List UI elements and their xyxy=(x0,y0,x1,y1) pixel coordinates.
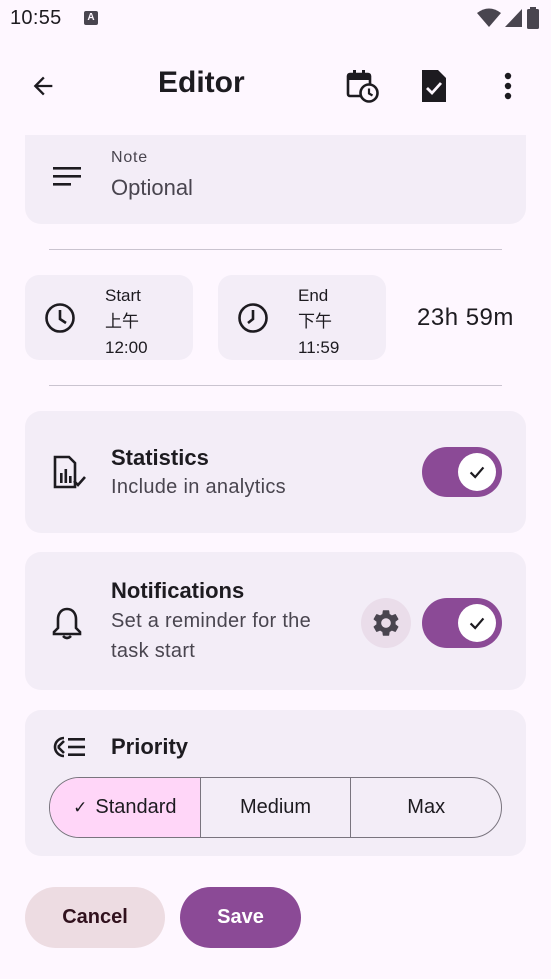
divider xyxy=(49,385,502,386)
calendar-clock-icon xyxy=(346,70,379,103)
start-period: 上午 xyxy=(105,312,139,331)
notifications-title: Notifications xyxy=(111,578,245,603)
notifications-toggle[interactable] xyxy=(422,598,502,648)
schedule-button[interactable] xyxy=(338,62,386,110)
clock-icon xyxy=(45,303,75,333)
check-icon xyxy=(469,617,485,630)
more-options-button[interactable] xyxy=(484,62,532,110)
top-app-bar: Editor xyxy=(0,50,551,122)
status-bar: 10:55 A xyxy=(0,0,551,38)
statistics-title: Statistics xyxy=(111,445,209,470)
save-button[interactable]: Save xyxy=(180,887,301,948)
notifications-subtitle-line2: task start xyxy=(111,640,196,662)
notification-settings-button[interactable] xyxy=(361,598,411,648)
priority-option-label: Standard xyxy=(95,796,177,818)
statistics-toggle[interactable] xyxy=(422,447,502,497)
note-label: Note xyxy=(111,149,148,166)
signal-icon xyxy=(505,9,522,27)
priority-segmented-button: ✓ Standard Medium Max xyxy=(49,777,502,838)
toggle-thumb xyxy=(458,604,496,642)
arrow-back-icon xyxy=(33,76,53,96)
page-title: Editor xyxy=(158,66,245,99)
priority-icon xyxy=(53,736,85,758)
status-time: 10:55 xyxy=(10,7,62,29)
back-button[interactable] xyxy=(19,62,67,110)
bell-icon xyxy=(52,607,82,640)
more-vert-icon xyxy=(504,72,512,100)
priority-option-medium[interactable]: Medium xyxy=(199,778,351,837)
battery-icon xyxy=(527,7,539,29)
start-time-button[interactable]: Start 上午 12:00 xyxy=(25,275,193,360)
statistics-subtitle: Include in analytics xyxy=(111,476,286,498)
start-label: Start xyxy=(105,286,141,305)
priority-option-label: Medium xyxy=(239,796,312,818)
cancel-button[interactable]: Cancel xyxy=(25,887,165,948)
priority-option-standard[interactable]: ✓ Standard xyxy=(50,778,200,837)
end-period: 下午 xyxy=(298,312,332,331)
note-input[interactable]: Optional xyxy=(111,175,193,201)
priority-option-max[interactable]: Max xyxy=(350,778,501,837)
end-time-button[interactable]: End 下午 11:59 xyxy=(218,275,386,360)
notifications-subtitle: Set a reminder for the task start xyxy=(111,606,311,666)
notification-icon: A xyxy=(84,11,98,25)
start-time: 12:00 xyxy=(105,338,148,357)
toggle-thumb xyxy=(458,453,496,491)
editor-screen: 10:55 A Editor Note Optional Start 上午 12… xyxy=(0,0,551,979)
wifi-icon xyxy=(477,8,501,27)
clock-icon xyxy=(238,303,268,333)
end-label: End xyxy=(298,286,329,305)
end-time: 11:59 xyxy=(298,338,340,357)
analytics-check-icon xyxy=(53,455,86,489)
task-button[interactable] xyxy=(410,62,458,110)
notes-icon xyxy=(53,167,81,186)
note-field[interactable]: Note Optional xyxy=(25,135,526,224)
priority-option-label: Max xyxy=(407,796,446,818)
statistics-card: Statistics Include in analytics xyxy=(25,411,526,533)
status-icons xyxy=(477,7,539,29)
notifications-subtitle-line1: Set a reminder for the xyxy=(111,610,312,632)
task-check-icon xyxy=(422,70,446,102)
check-icon xyxy=(469,466,485,479)
priority-title: Priority xyxy=(111,734,189,759)
end-time-text: End 下午 11:59 xyxy=(298,283,339,361)
duration-text: 23h 59m xyxy=(417,304,514,331)
divider xyxy=(49,249,502,250)
gear-icon xyxy=(373,610,399,636)
check-icon: ✓ xyxy=(73,797,88,817)
start-time-text: Start 上午 12:00 xyxy=(105,283,148,361)
